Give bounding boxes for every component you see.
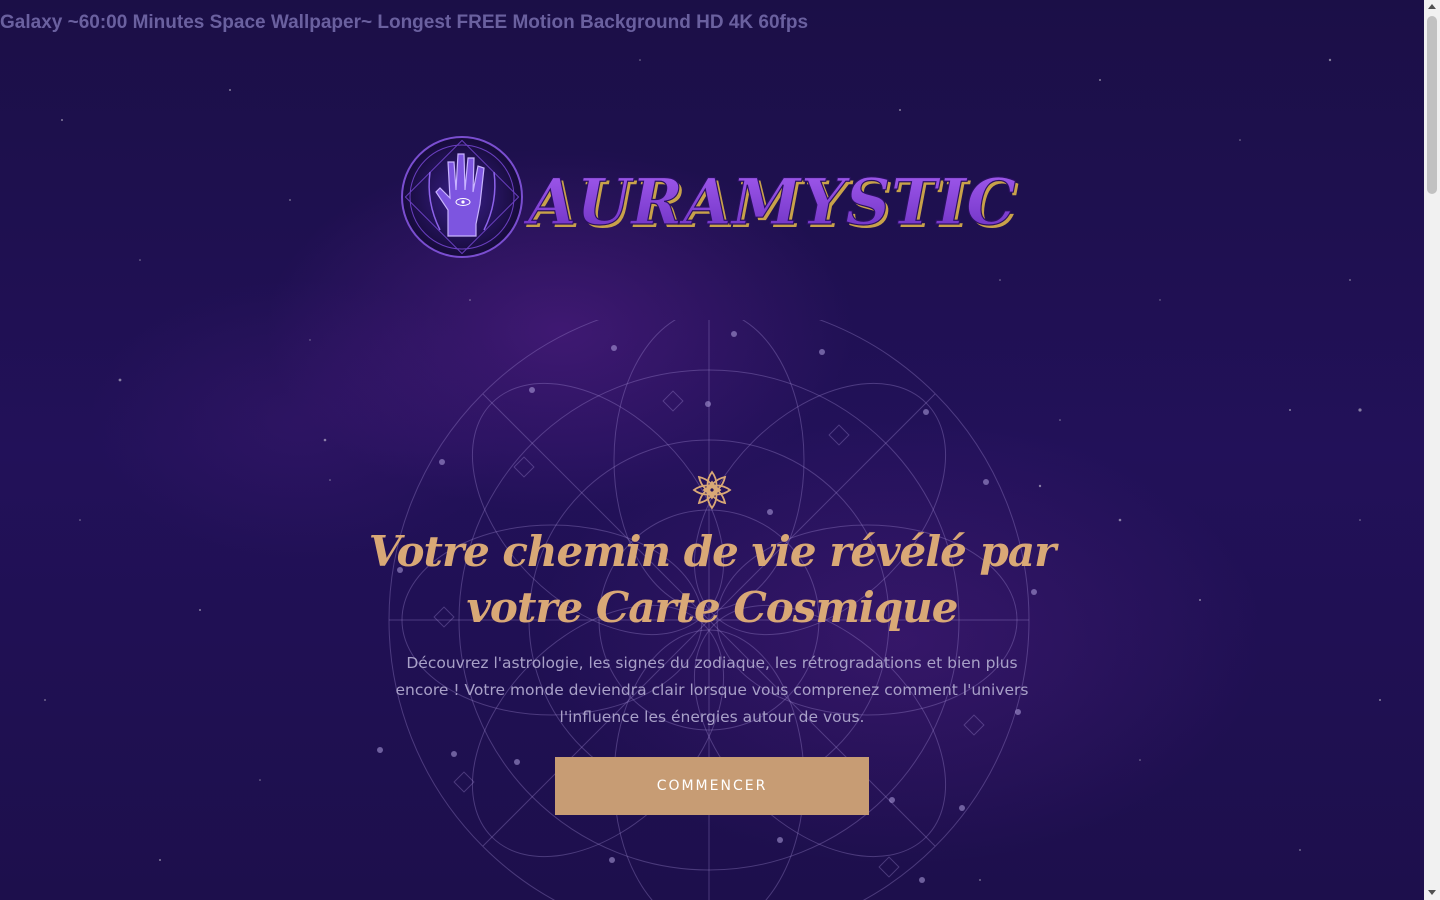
scroll-up-arrow-icon[interactable] — [1428, 4, 1436, 9]
svg-text:AURAMYSTIC: AURAMYSTIC — [523, 165, 1016, 240]
page-scrollbar[interactable] — [1424, 0, 1440, 900]
commencer-button[interactable]: COMMENCER — [555, 757, 869, 815]
palm-hand-icon — [401, 136, 523, 258]
scrollbar-thumb[interactable] — [1427, 16, 1437, 194]
background-video-title: Galaxy ~60:00 Minutes Space Wallpaper~ L… — [0, 12, 809, 33]
hero-title: Votre chemin de vie révélé par votre Car… — [368, 527, 1056, 632]
auramystic-logo[interactable]: AURAMYSTIC AURAMYSTIC — [400, 132, 1020, 262]
page: Galaxy ~60:00 Minutes Space Wallpaper~ L… — [0, 0, 1440, 900]
lotus-icon — [692, 470, 732, 510]
hero-section: Votre chemin de vie révélé par votre Car… — [362, 460, 1062, 815]
hero-description: Découvrez l'astrologie, les signes du zo… — [395, 654, 1029, 726]
scroll-down-arrow-icon[interactable] — [1428, 890, 1436, 895]
